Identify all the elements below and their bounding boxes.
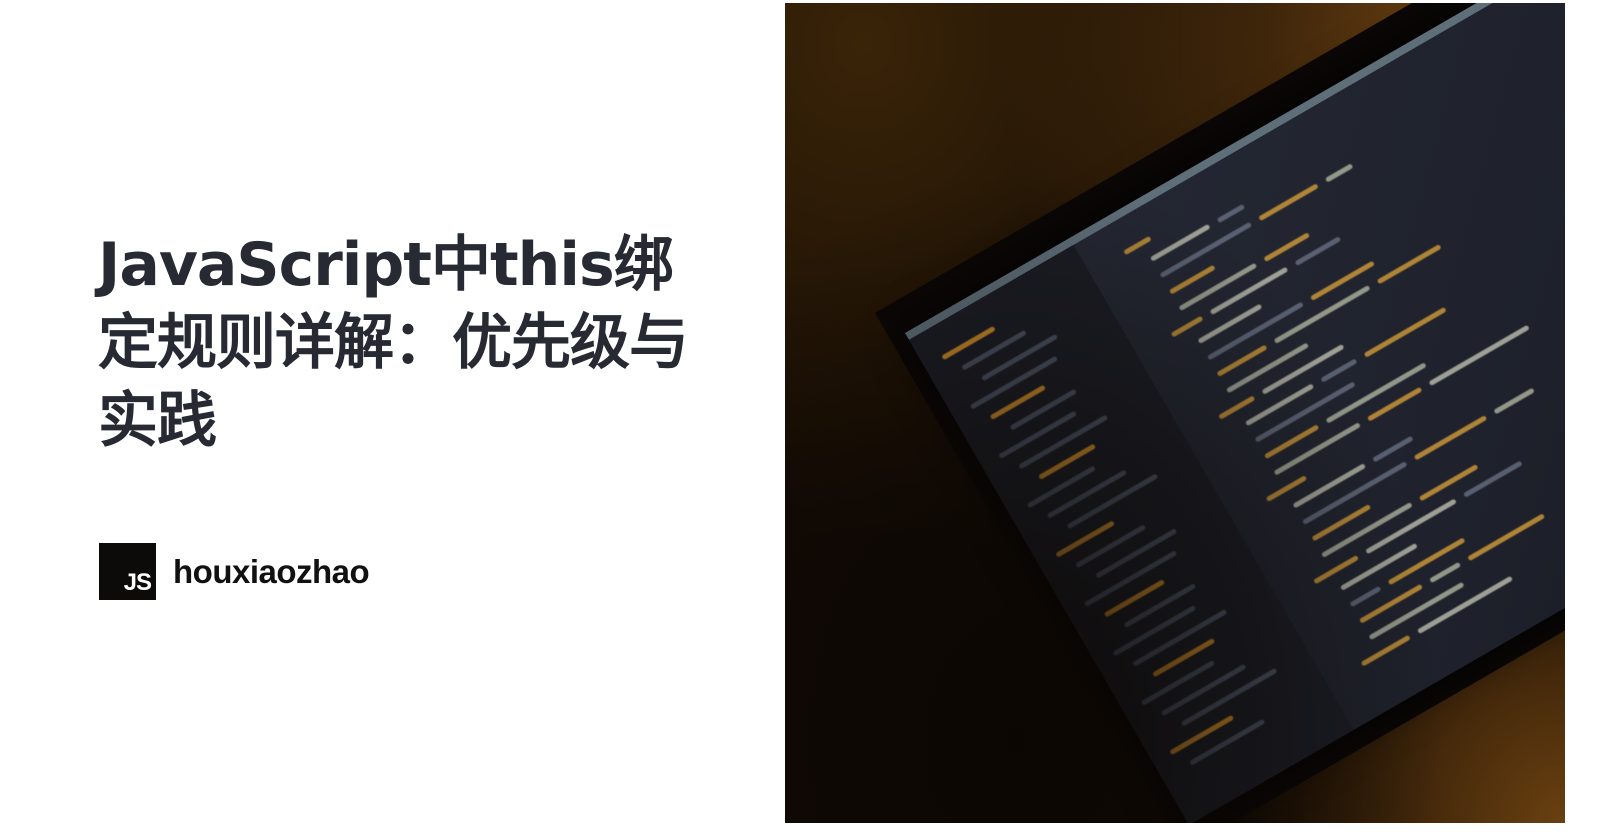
author-name: houxiaozhao [173, 552, 370, 590]
js-logo-icon: JS [99, 543, 156, 600]
author-block: JS houxiaozhao [99, 543, 370, 600]
photo-vignette [785, 3, 1565, 823]
cover-photo-code-editor [785, 3, 1565, 823]
article-title: JavaScript中this绑定规则详解：优先级与实践 [98, 230, 689, 456]
js-logo-text: JS [123, 569, 152, 596]
